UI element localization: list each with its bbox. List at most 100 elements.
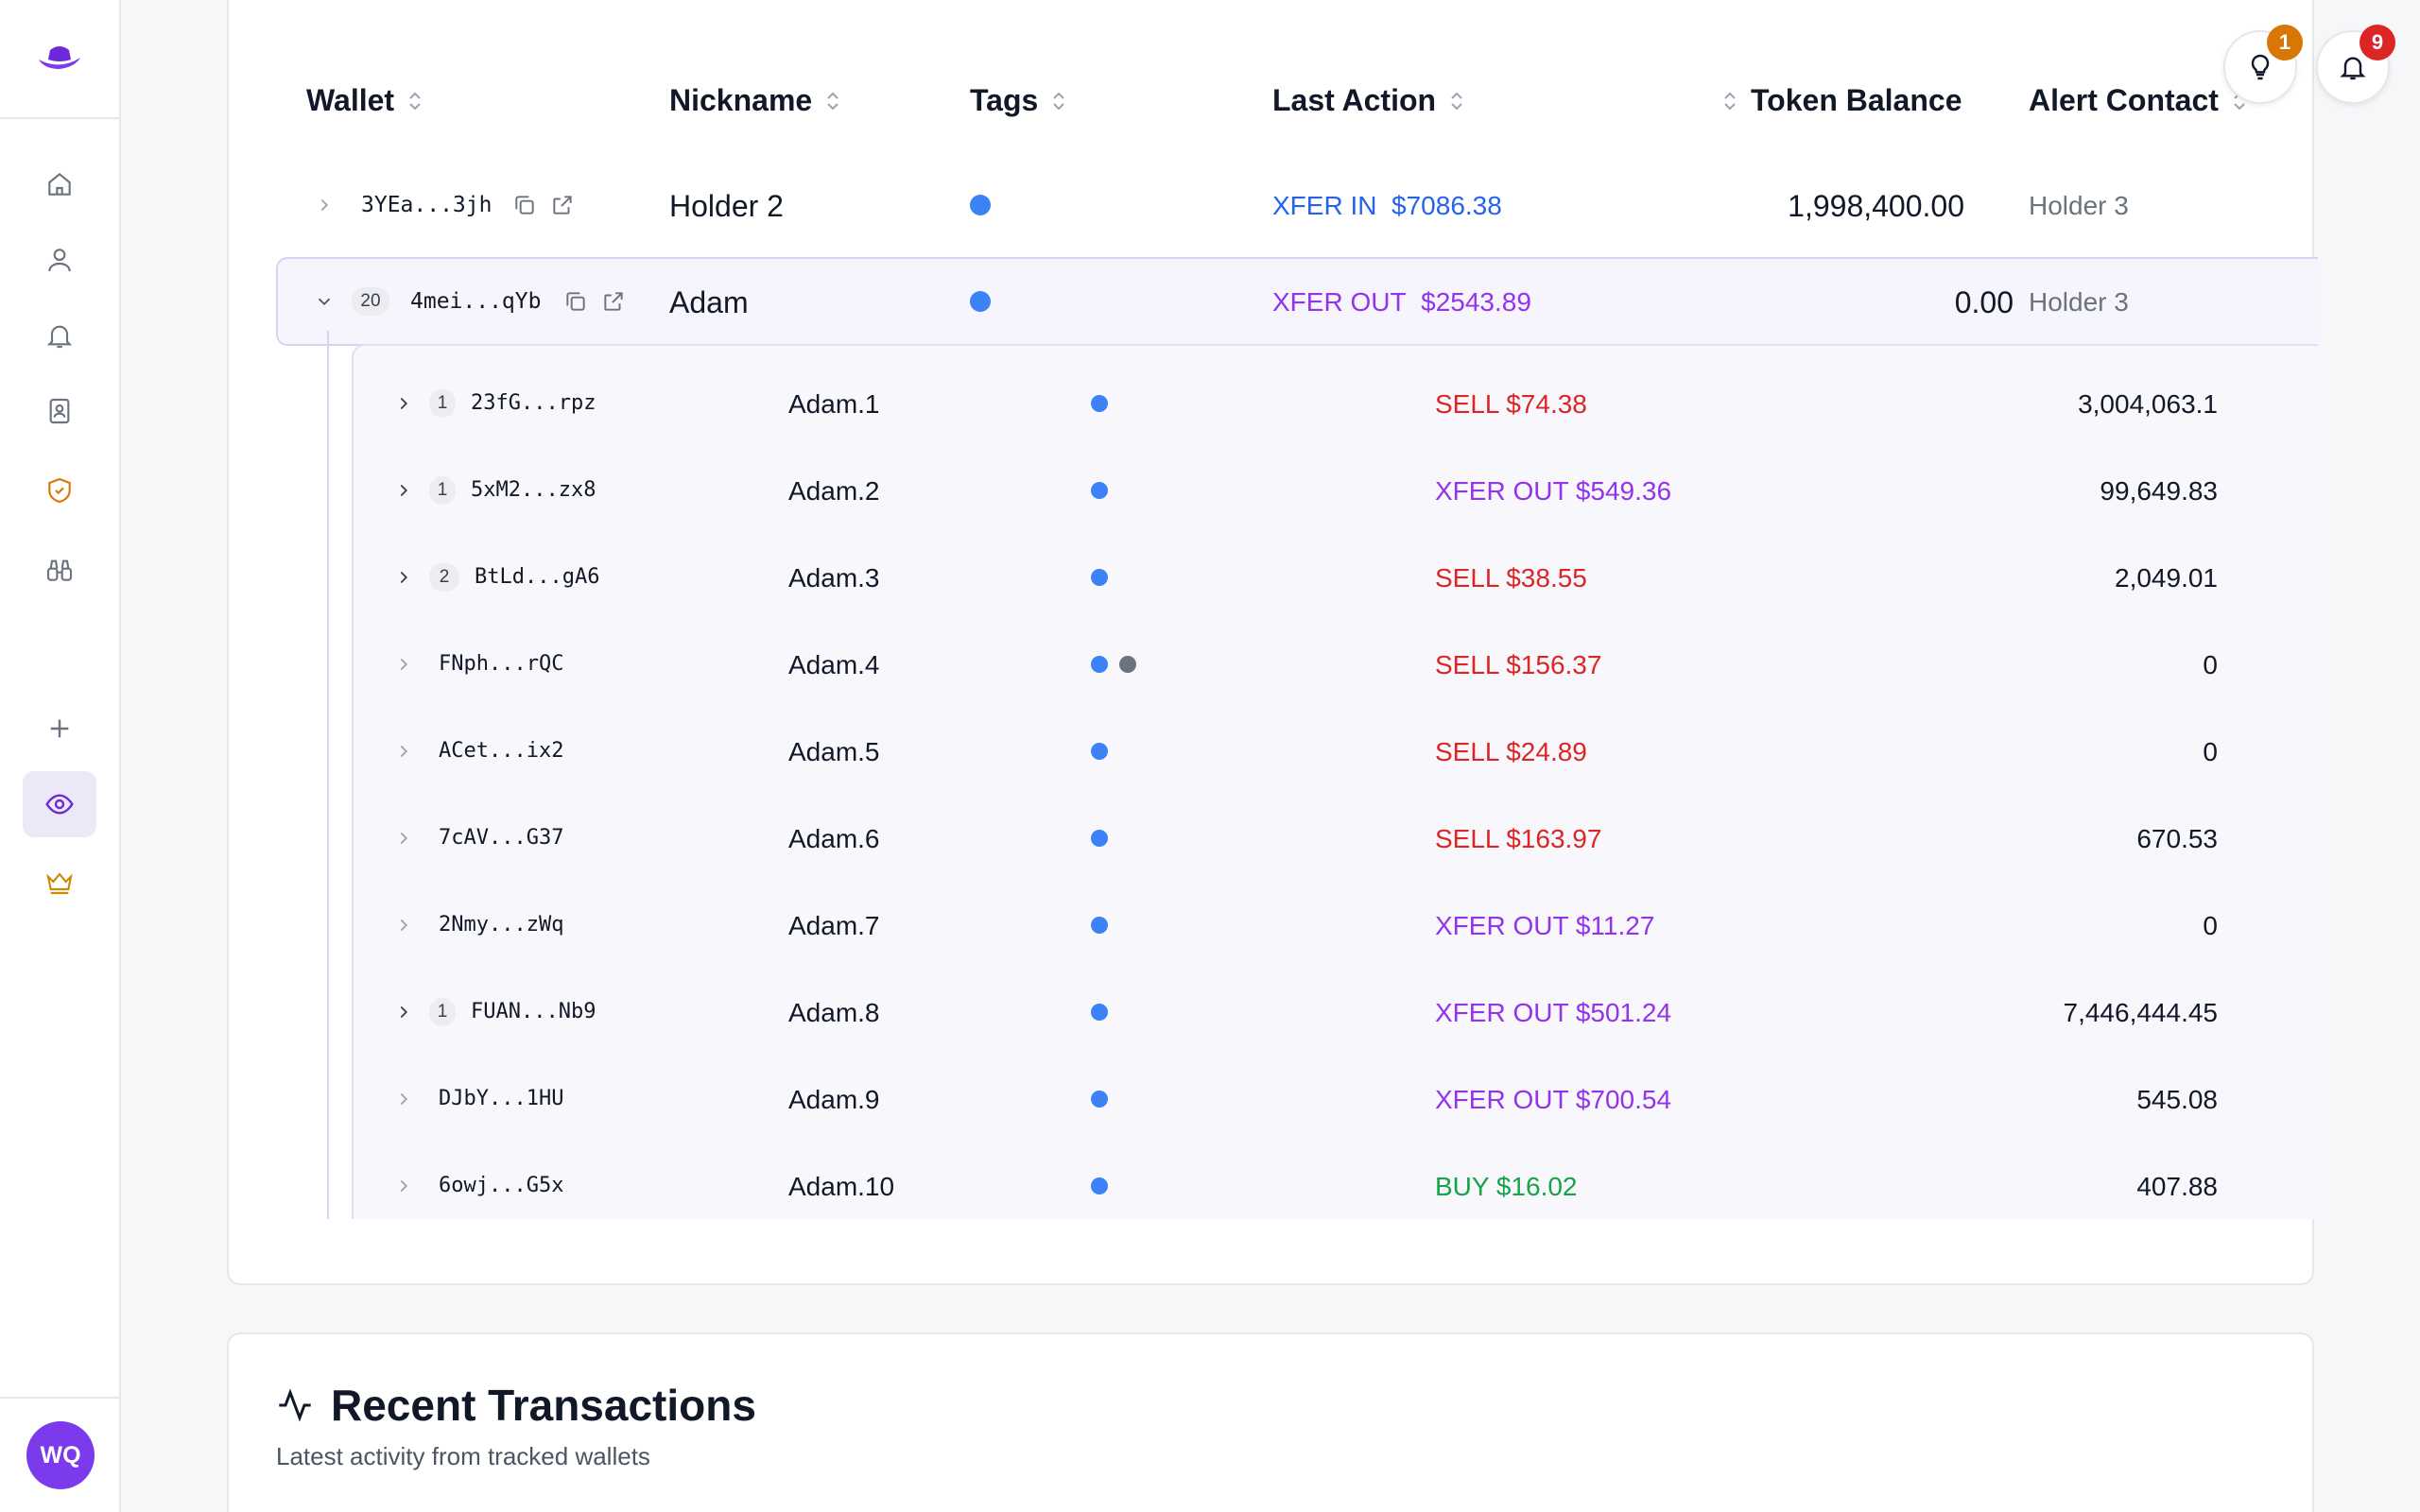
copy-icon[interactable] xyxy=(512,193,537,217)
sub-table-row[interactable]: 1 FUAN...Nb9 Adam.8 XFER OUT $501.24 7,446,4… xyxy=(354,970,2318,1057)
copy-icon[interactable] xyxy=(563,289,588,314)
sub-table-row[interactable]: 2Nmy...zWq Adam.7 XFER OUT $11.27 0 xyxy=(354,883,2318,970)
tag-dot[interactable] xyxy=(1091,917,1108,934)
chevron-right-icon[interactable] xyxy=(393,480,414,501)
token-balance: 0 xyxy=(2203,737,2218,766)
sub-table-row[interactable]: 2 BtLd...gA6 Adam.3 SELL $38.55 2,049.01 xyxy=(354,535,2318,622)
external-link-icon[interactable] xyxy=(550,193,575,217)
token-balance: 670.53 xyxy=(2136,824,2218,853)
nav-profile[interactable] xyxy=(23,227,96,293)
sort-icon xyxy=(1451,92,1462,110)
sort-icon xyxy=(827,92,838,110)
column-nickname[interactable]: Nickname xyxy=(669,83,840,118)
avatar[interactable]: WQ xyxy=(26,1421,95,1489)
tips-button[interactable]: 1 xyxy=(2223,25,2303,104)
last-action: SELL $38.55 xyxy=(1435,563,1587,593)
chevron-right-icon[interactable] xyxy=(393,1089,414,1109)
last-action: XFER OUT $501.24 xyxy=(1435,998,1672,1027)
wallet-address[interactable]: 23fG...rpz xyxy=(471,391,596,415)
wallet-address[interactable]: 5xM2...zx8 xyxy=(471,478,596,502)
wallet-address[interactable]: 3YEa...3jh xyxy=(361,193,492,217)
nav-contacts[interactable] xyxy=(23,378,96,444)
column-alert-contact[interactable]: Alert Contact xyxy=(2029,83,2247,118)
tag-dot[interactable] xyxy=(1119,656,1136,673)
chevron-right-icon[interactable] xyxy=(393,741,414,762)
tag-dot[interactable] xyxy=(1091,1004,1108,1021)
tag-dot[interactable] xyxy=(970,195,991,215)
tag-dot[interactable] xyxy=(1091,1091,1108,1108)
hat-logo-icon[interactable] xyxy=(37,43,82,75)
nav-home[interactable] xyxy=(23,151,96,217)
shield-check-icon xyxy=(48,477,71,504)
column-wallet-label: Wallet xyxy=(306,83,395,117)
wallet-address[interactable]: 7cAV...G37 xyxy=(439,826,563,850)
column-wallet[interactable]: Wallet xyxy=(306,83,423,118)
nickname: Adam.6 xyxy=(788,824,880,853)
action-type: XFER OUT xyxy=(1272,287,1407,317)
nickname: Adam.4 xyxy=(788,650,880,679)
chevron-right-icon[interactable] xyxy=(393,1002,414,1022)
nickname: Adam.5 xyxy=(788,737,880,766)
chevron-right-icon[interactable] xyxy=(393,393,414,414)
nav-watchlist[interactable] xyxy=(23,771,96,837)
nav-premium[interactable] xyxy=(23,849,96,915)
table-row[interactable]: 3YEa...3jh Holder 2 XFER IN $7086.38 1,9… xyxy=(229,161,2316,249)
chevron-right-icon[interactable] xyxy=(393,915,414,936)
tag-dot[interactable] xyxy=(1091,743,1108,760)
wallet-address[interactable]: FNph...rQC xyxy=(439,652,563,676)
tag-dot[interactable] xyxy=(1091,395,1108,412)
sub-table-row[interactable]: ACet...ix2 Adam.5 SELL $24.89 0 xyxy=(354,709,2318,796)
nav-security[interactable] xyxy=(23,457,96,524)
nickname: Holder 2 xyxy=(669,189,784,223)
column-last-action[interactable]: Last Action xyxy=(1272,83,1464,118)
sub-table-row[interactable]: 1 23fG...rpz Adam.1 SELL $74.38 3,004,063.1 xyxy=(354,361,2318,448)
sub-table-row[interactable]: 1 5xM2...zx8 Adam.2 XFER OUT $549.36 99,649.… xyxy=(354,448,2318,535)
alert-contact: Holder 3 xyxy=(2029,287,2129,317)
token-balance: 0 xyxy=(2203,911,2218,940)
sub-table-row[interactable]: FNph...rQC Adam.4 SELL $156.37 0 xyxy=(354,622,2318,709)
wallet-address[interactable]: FUAN...Nb9 xyxy=(471,1000,596,1023)
tag-dot[interactable] xyxy=(1091,482,1108,499)
chevron-right-icon[interactable] xyxy=(393,567,414,588)
wallet-address[interactable]: DJbY...1HU xyxy=(439,1087,563,1110)
chevron-right-icon[interactable] xyxy=(393,654,414,675)
wallets-table-card: Wallet Nickname Tags Last Action Token B… xyxy=(227,0,2318,1285)
nav-add[interactable] xyxy=(23,696,96,762)
column-token-balance[interactable]: Token Balance xyxy=(1722,83,1962,118)
table-row-expanded[interactable]: 20 4mei...qYb Adam XFER OUT $2543.89 0.0… xyxy=(276,257,2318,346)
sub-table-row[interactable]: 7cAV...G37 Adam.6 SELL $163.97 670.53 xyxy=(354,796,2318,883)
wallet-address[interactable]: BtLd...gA6 xyxy=(475,565,599,589)
tag-dot[interactable] xyxy=(1091,830,1108,847)
recent-transactions-title: Recent Transactions xyxy=(331,1381,756,1430)
token-balance: 0 xyxy=(2203,650,2218,679)
nickname: Adam.3 xyxy=(788,563,880,593)
chevron-right-icon[interactable] xyxy=(314,195,335,215)
wallet-address[interactable]: ACet...ix2 xyxy=(439,739,563,763)
child-count-badge: 1 xyxy=(429,389,456,418)
column-last-action-label: Last Action xyxy=(1272,83,1437,117)
sub-table-row[interactable]: DJbY...1HU Adam.9 XFER OUT $700.54 545.08 xyxy=(354,1057,2318,1143)
last-action: XFER OUT $700.54 xyxy=(1435,1085,1672,1114)
tag-dot[interactable] xyxy=(970,291,991,312)
chevron-right-icon[interactable] xyxy=(393,1176,414,1196)
eye-icon xyxy=(45,794,74,815)
tips-badge: 1 xyxy=(2267,25,2303,60)
token-balance: 99,649.83 xyxy=(2100,476,2218,506)
tag-dot[interactable] xyxy=(1091,656,1108,673)
column-tags[interactable]: Tags xyxy=(970,83,1066,118)
column-nickname-label: Nickname xyxy=(669,83,813,117)
chevron-down-icon[interactable] xyxy=(314,291,335,312)
notifications-button[interactable]: 9 xyxy=(2316,25,2395,104)
lightbulb-icon xyxy=(2251,54,2270,80)
wallet-address[interactable]: 6owj...G5x xyxy=(439,1174,563,1197)
nav-watch[interactable] xyxy=(23,537,96,603)
nav-alerts[interactable] xyxy=(23,302,96,369)
external-link-icon[interactable] xyxy=(601,289,626,314)
sub-table-row[interactable]: 6owj...G5x Adam.10 BUY $16.02 407.88 xyxy=(354,1143,2318,1219)
notifications-badge: 9 xyxy=(2360,25,2395,60)
wallet-address[interactable]: 2Nmy...zWq xyxy=(439,913,563,936)
wallet-address[interactable]: 4mei...qYb xyxy=(410,289,541,314)
chevron-right-icon[interactable] xyxy=(393,828,414,849)
tag-dot[interactable] xyxy=(1091,569,1108,586)
tag-dot[interactable] xyxy=(1091,1177,1108,1194)
